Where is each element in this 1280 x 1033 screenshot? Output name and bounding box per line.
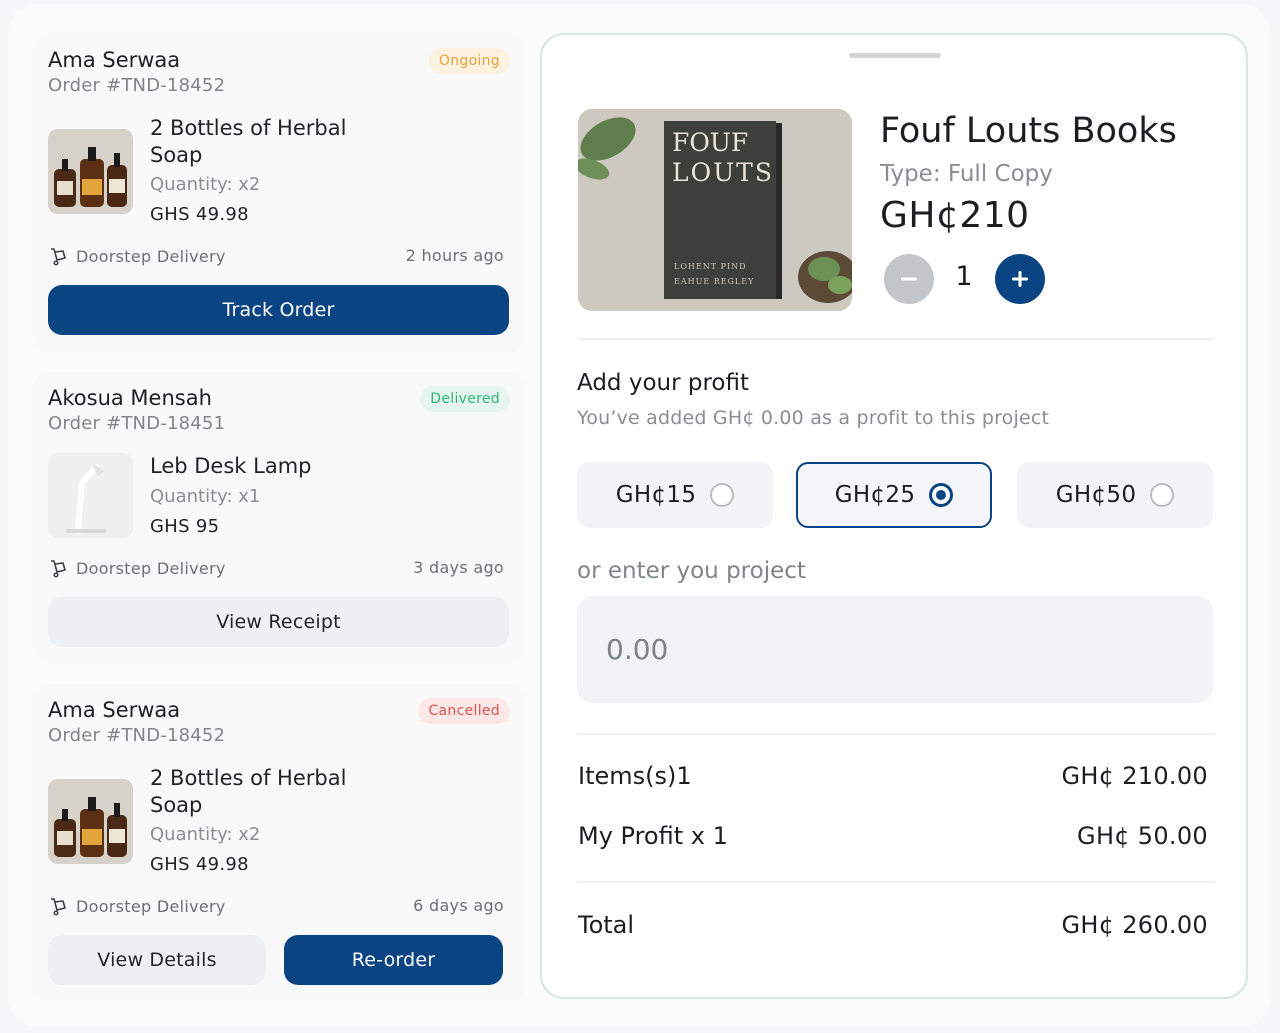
radio-button-selected[interactable] bbox=[929, 483, 954, 507]
order-card: Ama Serwaa Order #TND-18452 Ongoing 2 Bo… bbox=[34, 34, 524, 352]
order-time: 2 hours ago bbox=[405, 246, 504, 265]
customer-name: Akosua Mensah bbox=[48, 386, 212, 410]
cover-title-line1: FOUF bbox=[672, 128, 748, 157]
product-image: FOUF LOUTS LOHENT PIND EAHUE REGLEY bbox=[578, 109, 852, 311]
delivery-method: Doorstep Delivery bbox=[48, 246, 226, 266]
decrease-quantity-button[interactable] bbox=[884, 254, 934, 304]
item-price: GHS 49.98 bbox=[150, 204, 249, 225]
items-label: Items(s)1 bbox=[578, 762, 692, 790]
minus-icon bbox=[901, 277, 917, 281]
product-thumbnail bbox=[48, 779, 133, 864]
product-type: Type: Full Copy bbox=[880, 161, 1053, 187]
order-card: Akosua Mensah Order #TND-18451 Delivered… bbox=[34, 372, 524, 662]
order-time: 3 days ago bbox=[413, 558, 504, 577]
items-value: GH¢ 210.00 bbox=[1061, 762, 1208, 790]
product-thumbnail bbox=[48, 453, 133, 538]
profit-option-label: GH¢25 bbox=[834, 482, 916, 508]
profit-option-15[interactable]: GH¢15 bbox=[577, 462, 773, 528]
delivery-label: Doorstep Delivery bbox=[76, 246, 226, 266]
cover-author-line2: EAHUE REGLEY bbox=[674, 277, 754, 286]
divider bbox=[578, 338, 1214, 340]
profit-label: My Profit x 1 bbox=[578, 822, 728, 850]
order-number: Order #TND-18451 bbox=[48, 413, 226, 434]
desk-lamp-image bbox=[48, 453, 133, 538]
reorder-button[interactable]: Re-order bbox=[284, 935, 503, 985]
status-badge: Delivered bbox=[420, 386, 510, 412]
profit-option-label: GH¢50 bbox=[1055, 482, 1137, 508]
trolley-icon bbox=[51, 248, 66, 266]
cover-author-line1: LOHENT PIND bbox=[674, 262, 747, 271]
item-name: Leb Desk Lamp bbox=[150, 454, 312, 478]
total-value: GH¢ 260.00 bbox=[1061, 911, 1208, 939]
delivery-label: Doorstep Delivery bbox=[76, 896, 226, 916]
status-badge: Cancelled bbox=[418, 698, 510, 724]
product-price: GH¢210 bbox=[880, 195, 1030, 236]
delivery-method: Doorstep Delivery bbox=[48, 558, 226, 578]
profit-option-label: GH¢15 bbox=[615, 482, 697, 508]
book-cover-image: FOUF LOUTS LOHENT PIND EAHUE REGLEY bbox=[578, 109, 852, 311]
item-price: GHS 49.98 bbox=[150, 854, 249, 875]
drag-handle[interactable] bbox=[849, 53, 941, 58]
cover-title-line2: LOUTS bbox=[672, 158, 774, 187]
product-thumbnail bbox=[48, 129, 133, 214]
profit-value: GH¢ 50.00 bbox=[1077, 822, 1208, 850]
soap-bottles-image bbox=[48, 129, 133, 214]
divider bbox=[578, 733, 1214, 735]
item-name: 2 Bottles of Herbal Soap bbox=[150, 116, 347, 167]
order-number: Order #TND-18452 bbox=[48, 75, 226, 96]
profit-section-subtitle: You’ve added GH¢ 0.00 as a profit to thi… bbox=[577, 407, 1050, 429]
view-details-button[interactable]: View Details bbox=[48, 935, 266, 985]
order-number: Order #TND-18452 bbox=[48, 725, 226, 746]
trolley-icon bbox=[51, 560, 66, 578]
radio-button[interactable] bbox=[1150, 483, 1175, 507]
item-quantity: Quantity: x2 bbox=[150, 824, 261, 845]
order-time: 6 days ago bbox=[413, 896, 504, 915]
product-title: Fouf Louts Books bbox=[880, 111, 1177, 151]
item-price: GHS 95 bbox=[150, 516, 220, 537]
radio-button[interactable] bbox=[710, 483, 735, 507]
view-receipt-button[interactable]: View Receipt bbox=[48, 597, 509, 647]
total-label: Total bbox=[578, 911, 635, 939]
increase-quantity-button[interactable] bbox=[995, 254, 1045, 304]
custom-profit-label: or enter you project bbox=[577, 558, 806, 584]
customer-name: Ama Serwaa bbox=[48, 48, 181, 72]
trolley-icon bbox=[51, 898, 66, 916]
product-detail-panel: FOUF LOUTS LOHENT PIND EAHUE REGLEY Fouf… bbox=[540, 33, 1248, 999]
delivery-label: Doorstep Delivery bbox=[76, 558, 226, 578]
quantity-value: 1 bbox=[955, 261, 973, 292]
delivery-method: Doorstep Delivery bbox=[48, 896, 226, 916]
profit-option-50[interactable]: GH¢50 bbox=[1017, 462, 1213, 528]
status-badge: Ongoing bbox=[428, 48, 510, 74]
item-quantity: Quantity: x1 bbox=[150, 486, 261, 507]
item-name: 2 Bottles of Herbal Soap bbox=[150, 766, 347, 817]
item-quantity: Quantity: x2 bbox=[150, 174, 261, 195]
track-order-button[interactable]: Track Order bbox=[48, 285, 509, 335]
soap-bottles-image bbox=[48, 779, 133, 864]
profit-option-25[interactable]: GH¢25 bbox=[796, 462, 992, 528]
order-card: Ama Serwaa Order #TND-18452 Cancelled 2 … bbox=[34, 684, 524, 1002]
customer-name: Ama Serwaa bbox=[48, 698, 181, 722]
custom-profit-input[interactable] bbox=[577, 596, 1213, 703]
profit-section-title: Add your profit bbox=[577, 370, 749, 396]
plus-icon bbox=[1012, 271, 1028, 287]
divider bbox=[578, 881, 1214, 883]
